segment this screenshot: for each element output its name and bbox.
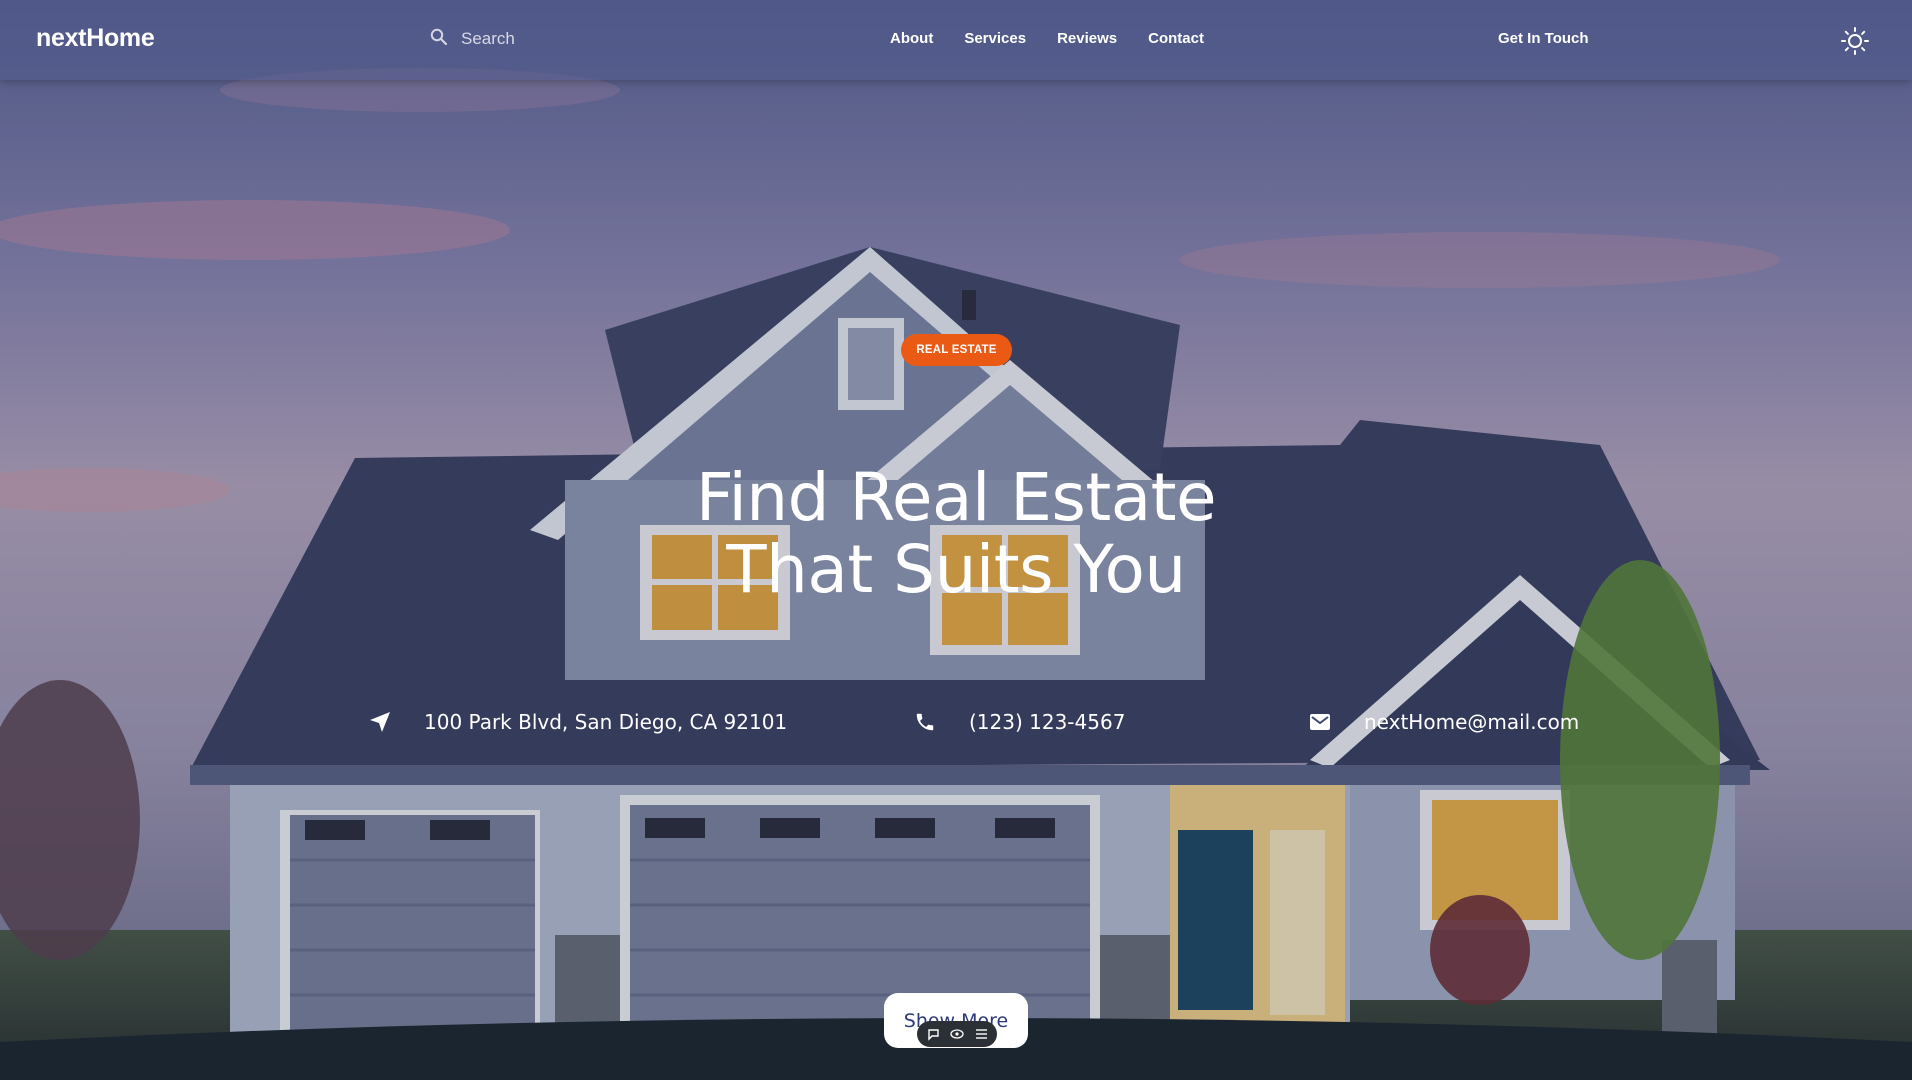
headline-line-2: That Suits You xyxy=(726,531,1186,608)
nav-link-services[interactable]: Services xyxy=(964,30,1026,47)
search-icon[interactable] xyxy=(430,28,448,50)
list-icon[interactable] xyxy=(974,1027,988,1041)
phone-text: (123) 123-4567 xyxy=(969,710,1126,734)
comment-icon[interactable] xyxy=(926,1027,940,1041)
nav-link-about[interactable]: About xyxy=(890,30,933,47)
hero-section: nextHome About Services Reviews Contact … xyxy=(0,0,1912,1080)
category-badge: REAL ESTATE xyxy=(901,334,1012,366)
mail-icon xyxy=(1308,710,1332,734)
phone-icon xyxy=(913,710,937,734)
get-in-touch-button[interactable]: Get In Touch xyxy=(1498,30,1589,47)
contact-phone: (123) 123-4567 xyxy=(913,710,1125,734)
main-nav: About Services Reviews Contact xyxy=(890,30,1204,47)
contact-email: nextHome@mail.com xyxy=(1308,710,1579,734)
nav-link-reviews[interactable]: Reviews xyxy=(1057,30,1117,47)
search-input[interactable] xyxy=(461,29,681,49)
headline-line-1: Find Real Estate xyxy=(695,459,1217,536)
location-arrow-icon xyxy=(368,710,392,734)
address-text: 100 Park Blvd, San Diego, CA 92101 xyxy=(424,710,788,734)
eye-icon[interactable] xyxy=(950,1027,964,1041)
hero-headline: Find Real Estate That Suits You xyxy=(556,462,1356,606)
top-navbar: nextHome About Services Reviews Contact … xyxy=(0,0,1912,80)
nav-link-contact[interactable]: Contact xyxy=(1148,30,1204,47)
floating-mini-toolbar xyxy=(917,1021,997,1047)
contact-address: 100 Park Blvd, San Diego, CA 92101 xyxy=(368,710,787,734)
email-text: nextHome@mail.com xyxy=(1364,710,1580,734)
brand-logo[interactable]: nextHome xyxy=(36,24,155,53)
sun-icon[interactable] xyxy=(1840,26,1870,56)
search-box xyxy=(430,28,681,50)
